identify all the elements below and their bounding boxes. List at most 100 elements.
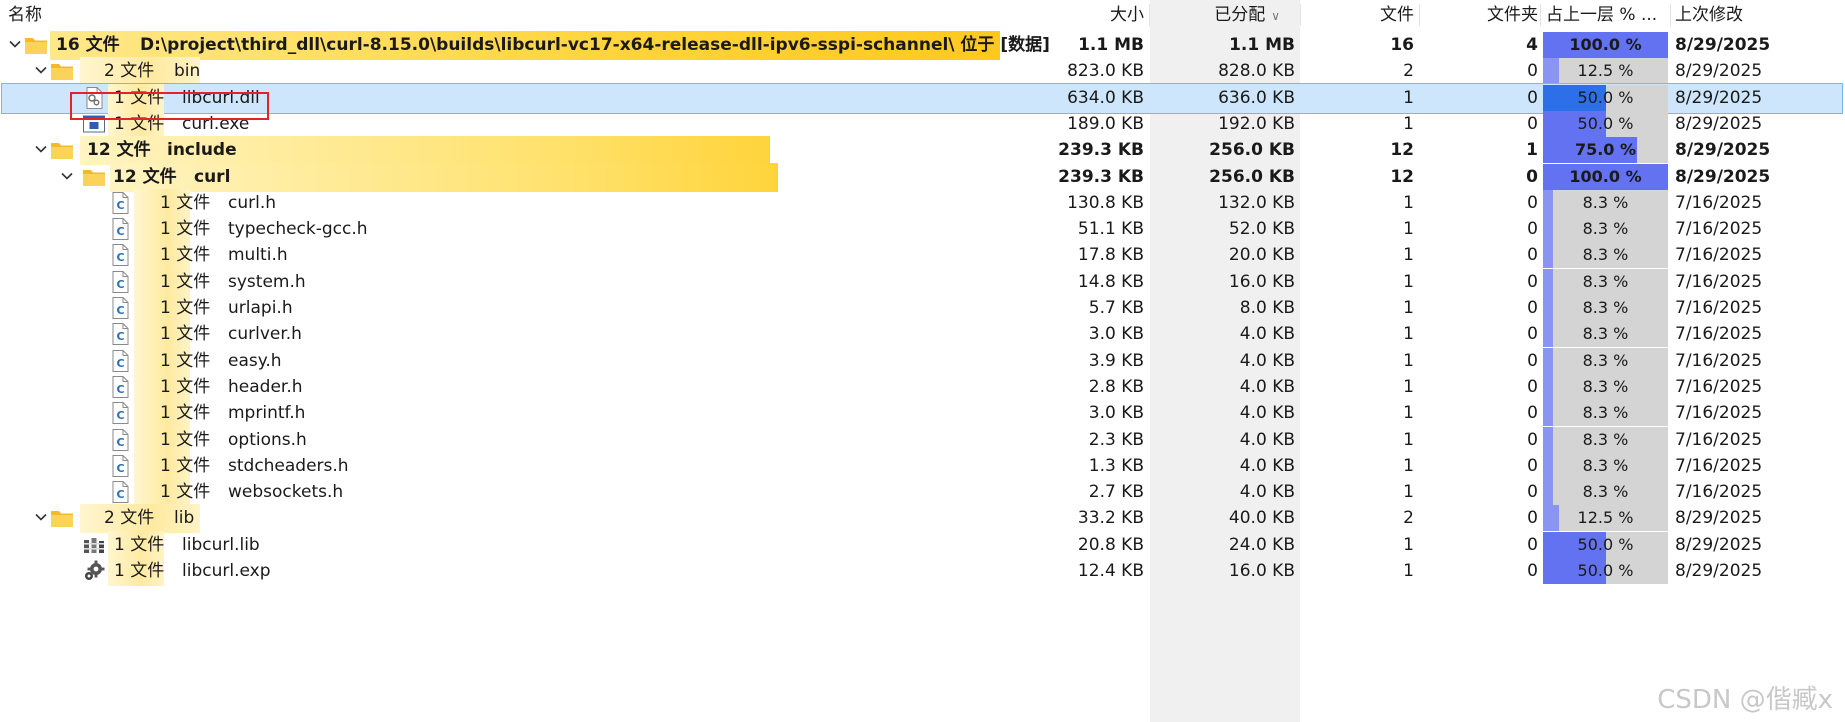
percent-bar: 8.3 % — [1543, 242, 1668, 269]
percent-bar: 50.0 % — [1543, 558, 1668, 584]
c-header-file-icon: C — [108, 217, 132, 241]
c-header-file-icon: C — [108, 243, 132, 267]
chevron-down-icon[interactable] — [32, 140, 50, 158]
percent-text: 12.5 % — [1577, 508, 1634, 528]
c-header-file-icon: C — [108, 375, 132, 399]
percent-bar: 75.0 % — [1543, 137, 1668, 164]
percent-bar: 8.3 % — [1543, 347, 1668, 374]
col-size[interactable]: 大小 — [1000, 0, 1144, 30]
svg-text:C: C — [116, 357, 124, 370]
percent-text: 100.0 % — [1569, 35, 1642, 54]
percent-bar: 8.3 % — [1543, 452, 1668, 479]
col-allocated-label: 已分配 — [1214, 5, 1266, 25]
svg-text:C: C — [116, 488, 124, 501]
column-header: 名称 大小 已分配 ∨ 文件 文件夹 占上一层 % ... 上次修改 — [0, 0, 1845, 30]
percent-bar: 8.3 % — [1543, 479, 1668, 506]
lib-file-icon — [82, 533, 106, 557]
col-divider — [1540, 4, 1541, 26]
percent-text: 8.3 % — [1582, 245, 1629, 265]
percent-bar: 8.3 % — [1543, 321, 1668, 348]
percent-text: 75.0 % — [1574, 140, 1637, 160]
c-header-file-icon: C — [108, 296, 132, 320]
folders-value: 0 — [1527, 561, 1538, 581]
chevron-down-icon[interactable] — [6, 35, 24, 53]
col-allocated[interactable]: 已分配 ∨ — [1150, 0, 1280, 30]
percent-bar: 8.3 % — [1543, 268, 1668, 295]
percent-text: 8.3 % — [1582, 350, 1629, 370]
percent-text: 8.3 % — [1582, 482, 1629, 502]
folder-icon — [24, 33, 48, 57]
percent-text: 50.0 % — [1577, 561, 1634, 580]
percent-bar: 50.0 % — [1543, 84, 1668, 111]
files-value: 1 — [1403, 561, 1414, 581]
percent-bar: 12.5 % — [1543, 505, 1668, 532]
svg-text:C: C — [116, 436, 124, 449]
svg-text:C: C — [116, 225, 124, 238]
percent-text: 100.0 % — [1569, 166, 1642, 186]
percent-bar: 12.5 % — [1543, 58, 1668, 85]
percent-text: 8.3 % — [1582, 219, 1629, 239]
percent-bar: 100.0 % — [1543, 163, 1668, 190]
chevron-down-icon[interactable] — [58, 167, 76, 185]
percent-text: 8.3 % — [1582, 324, 1629, 344]
percent-text: 8.3 % — [1582, 455, 1629, 475]
percent-bar: 8.3 % — [1543, 295, 1668, 321]
svg-text:C: C — [116, 409, 124, 422]
svg-text:C: C — [116, 462, 124, 475]
c-header-file-icon: C — [108, 349, 132, 373]
c-header-file-icon: C — [108, 401, 132, 425]
c-header-file-icon: C — [108, 322, 132, 346]
svg-text:C: C — [116, 304, 124, 317]
percent-text: 8.3 % — [1582, 192, 1629, 212]
c-header-file-icon: C — [108, 270, 132, 294]
col-divider — [1670, 4, 1671, 26]
svg-text:C: C — [116, 330, 124, 343]
col-modified[interactable]: 上次修改 — [1675, 0, 1743, 30]
percent-text: 50.0 % — [1577, 534, 1634, 554]
size-value: 12.4 KB — [1077, 561, 1144, 581]
modified-date: 8/29/2025 — [1675, 561, 1763, 581]
svg-text:C: C — [116, 199, 124, 212]
percent-bar: 8.3 % — [1543, 216, 1668, 243]
c-header-file-icon: C — [108, 191, 132, 215]
col-name[interactable]: 名称 — [8, 0, 42, 30]
annotation-box — [70, 92, 269, 120]
percent-bar: 8.3 % — [1543, 400, 1668, 427]
percent-text: 8.3 % — [1582, 298, 1629, 317]
col-percent[interactable]: 占上一层 % ... — [1546, 0, 1657, 30]
percent-bar: 8.3 % — [1543, 373, 1668, 400]
watermark: CSDN @偕臧x — [1657, 685, 1833, 715]
folder-icon — [50, 59, 74, 83]
percent-bar: 8.3 % — [1543, 189, 1668, 216]
percent-text: 50.0 % — [1577, 87, 1634, 107]
folder-icon — [50, 138, 74, 162]
svg-text:C: C — [116, 278, 124, 291]
col-folders[interactable]: 文件夹 — [1420, 0, 1538, 30]
percent-bar: 100.0 % — [1543, 32, 1668, 58]
percent-bar: 50.0 % — [1543, 110, 1668, 137]
gear-file-icon — [82, 559, 106, 583]
col-files[interactable]: 文件 — [1300, 0, 1414, 30]
c-header-file-icon: C — [108, 454, 132, 478]
file-count: 1 文件 — [114, 561, 165, 581]
folder-icon — [50, 506, 74, 530]
svg-text:C: C — [116, 251, 124, 264]
percent-text: 8.3 % — [1582, 429, 1629, 449]
svg-text:C: C — [116, 383, 124, 396]
percent-text: 50.0 % — [1577, 113, 1634, 133]
percent-text: 12.5 % — [1577, 61, 1634, 81]
percent-text: 8.3 % — [1582, 376, 1629, 396]
percent-bar: 50.0 % — [1543, 531, 1668, 558]
c-header-file-icon: C — [108, 428, 132, 452]
percent-bar: 8.3 % — [1543, 426, 1668, 453]
c-header-file-icon: C — [108, 480, 132, 504]
folder-icon — [82, 165, 106, 189]
percent-text: 8.3 % — [1582, 403, 1629, 423]
allocated-value: 16.0 KB — [1228, 561, 1295, 581]
item-name: libcurl.exp — [182, 561, 271, 581]
chevron-down-icon[interactable] — [32, 508, 50, 526]
sort-desc-icon: ∨ — [1271, 9, 1280, 23]
tree-row[interactable]: 1 文件 libcurl.exp 12.4 KB 16.0 KB 1 0 50.0 % 8/2… — [0, 556, 1845, 587]
chevron-down-icon[interactable] — [32, 61, 50, 79]
percent-text: 8.3 % — [1582, 271, 1629, 291]
